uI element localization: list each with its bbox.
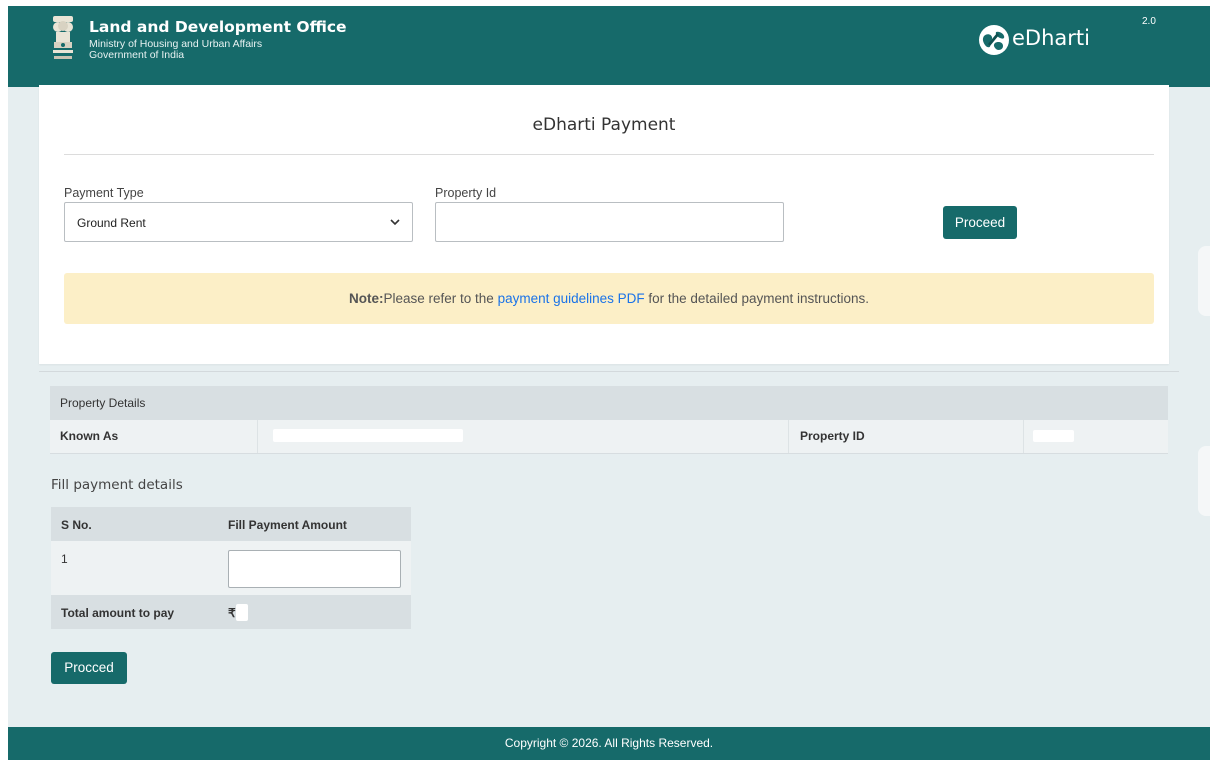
column-header-amount: Fill Payment Amount (228, 518, 347, 532)
column-header-sno: S No. (61, 518, 92, 532)
redaction-block (273, 429, 463, 442)
payment-card: eDharti Payment Payment Type Ground Rent… (39, 85, 1169, 364)
payment-type-value: Ground Rent (77, 216, 146, 230)
property-details-header: Property Details (50, 386, 1168, 420)
currency-symbol: ₹ (228, 606, 236, 620)
total-row: Total amount to pay ₹ (51, 595, 411, 629)
app-frame: Land and Development Office Ministry of … (8, 6, 1210, 760)
proceed-button[interactable]: Proceed (943, 206, 1017, 239)
total-label: Total amount to pay (61, 606, 175, 620)
payment-table-header: S No. Fill Payment Amount (51, 507, 411, 541)
fill-payment-title: Fill payment details (51, 477, 183, 493)
payment-note: Note:Please refer to the payment guideli… (64, 273, 1154, 324)
government-name: Government of India (89, 49, 185, 61)
side-scroll-tab[interactable] (1198, 246, 1210, 316)
property-id-value-redacted (1023, 420, 1168, 453)
site-header: Land and Development Office Ministry of … (8, 6, 1210, 87)
property-id-header-label: Property ID (788, 420, 1023, 453)
procced-button[interactable]: Procced (51, 652, 127, 684)
side-scroll-tab[interactable] (1198, 446, 1210, 516)
brand-name: eDharti (1012, 26, 1090, 50)
total-amount-redacted (236, 604, 248, 621)
page-title: eDharti Payment (532, 115, 676, 135)
known-as-value-redacted (257, 420, 788, 453)
copyright-text: Copyright © 2026. All Rights Reserved. (504, 736, 714, 750)
edharti-logo[interactable]: eDharti (978, 20, 1090, 60)
note-prefix: Note: (348, 291, 384, 306)
note-text-before: Please refer to the (383, 291, 498, 306)
globe-logo-icon (979, 25, 1009, 55)
known-as-label: Known As (60, 429, 119, 443)
table-row: 1 (51, 541, 411, 595)
section-divider (39, 371, 1179, 372)
national-emblem-icon (53, 16, 73, 59)
payment-guidelines-link[interactable]: payment guidelines PDF (498, 291, 645, 306)
property-id-input[interactable] (435, 202, 784, 242)
brand-version: 2.0 (1142, 16, 1156, 27)
row-sno: 1 (61, 552, 68, 566)
site-footer: Copyright © 2026. All Rights Reserved. (8, 727, 1210, 760)
chevron-down-icon (390, 219, 400, 226)
note-text-after: for the detailed payment instructions. (644, 291, 870, 306)
payment-type-label: Payment Type (64, 186, 144, 200)
payment-amount-input[interactable] (228, 550, 401, 588)
office-title: Land and Development Office (89, 18, 347, 36)
redaction-block (1033, 430, 1074, 442)
payment-type-select[interactable]: Ground Rent (64, 202, 413, 242)
property-id-label: Property Id (435, 186, 497, 200)
property-details-row: Known As Property ID (50, 420, 1168, 454)
title-divider (64, 154, 1154, 155)
